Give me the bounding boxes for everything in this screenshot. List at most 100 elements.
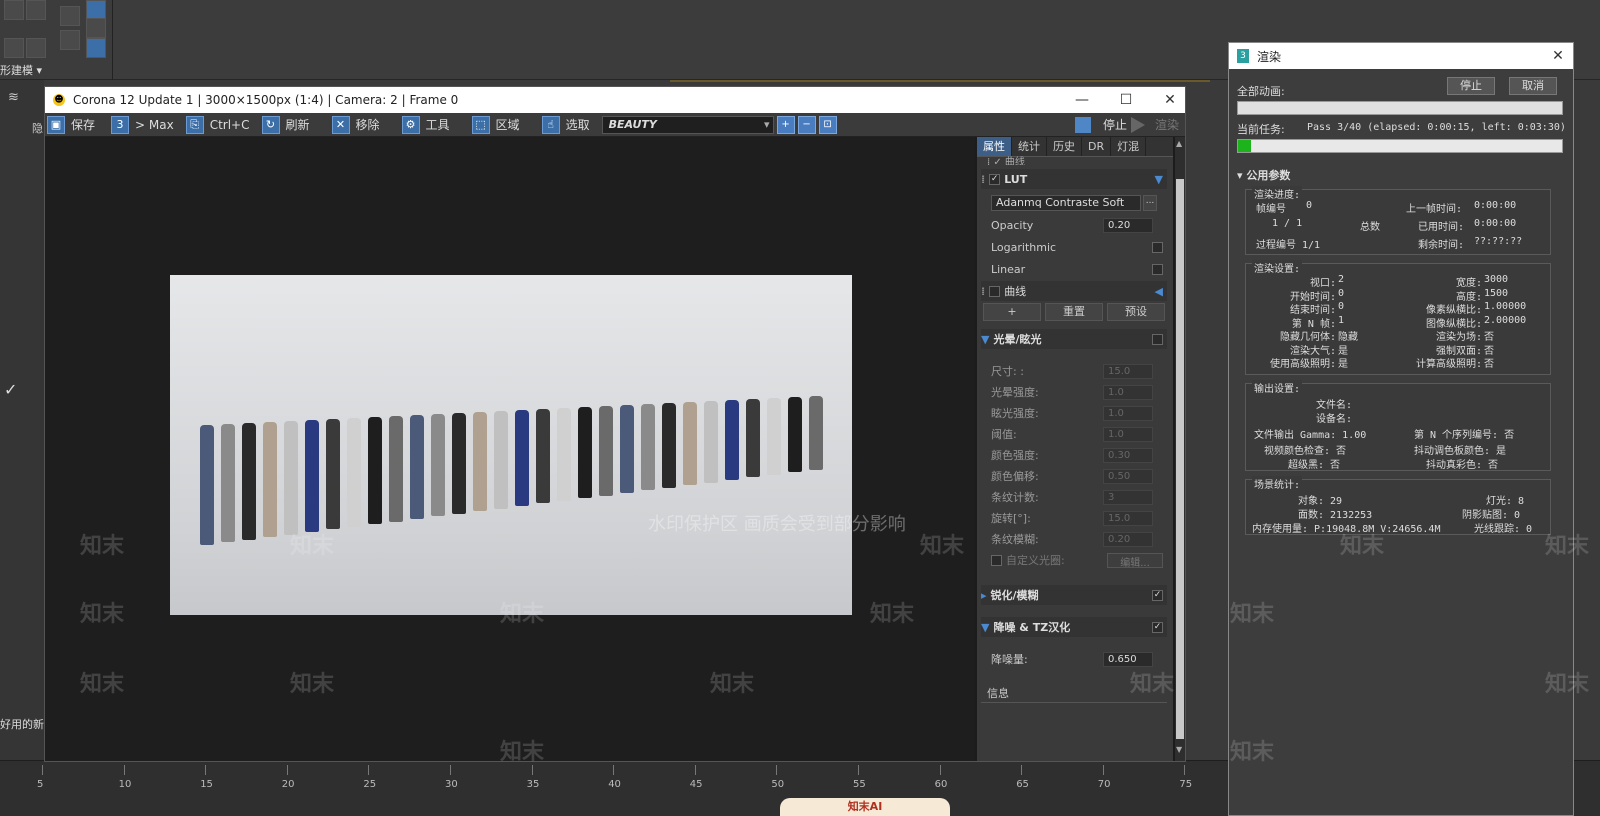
dialog-stop-button[interactable]: 停止 — [1447, 77, 1495, 95]
color-shift-spinner[interactable]: 0.50 — [1103, 468, 1153, 484]
curves-top-row[interactable]: ⁞ ✓ 曲线 — [981, 155, 1167, 166]
render-button[interactable]: 渲染 — [1130, 116, 1179, 133]
tab-properties[interactable]: 属性 — [977, 137, 1012, 156]
modeling-menu[interactable]: 形建模 ▾ — [0, 62, 42, 78]
zoom-out-icon[interactable]: − — [797, 115, 816, 134]
setting-row: 高度: 1500 — [1396, 288, 1552, 303]
sharpen-checkbox[interactable]: ✓ — [1152, 589, 1163, 601]
ruler-tick-line — [368, 765, 370, 775]
refresh-button[interactable]: ↻ 刷新 — [261, 114, 310, 136]
custom-aperture-checkbox[interactable] — [991, 554, 1002, 566]
curve-reset-button[interactable]: 重置 — [1045, 303, 1103, 321]
scroll-up-icon[interactable]: ▲ — [1176, 139, 1184, 149]
max-tool-button[interactable] — [4, 38, 24, 58]
logarithmic-checkbox[interactable] — [1152, 241, 1163, 253]
bloom-intensity-row: 光晕强度: 1.0 — [981, 382, 1167, 402]
column-label: 隐 — [32, 122, 43, 135]
bloom-intensity-spinner[interactable]: 1.0 — [1103, 384, 1153, 400]
save-button[interactable]: ▣ 保存 — [47, 114, 95, 136]
lut-select[interactable]: Adanmq Contraste Soft — [991, 195, 1141, 211]
curve-add-button[interactable]: + — [983, 303, 1041, 321]
partial-label: 好用的新 — [0, 718, 44, 731]
stop-render-button[interactable]: 停止 — [1074, 116, 1127, 133]
panel-scrollbar[interactable]: ▲ ▼ — [1175, 137, 1185, 761]
color-intensity-row: 颜色强度: 0.30 — [981, 445, 1167, 465]
to-max-button[interactable]: 3 > Max — [111, 114, 174, 136]
scroll-thumb[interactable] — [1176, 179, 1184, 739]
maximize-icon[interactable]: ☐ — [1117, 91, 1135, 109]
denoise-checkbox[interactable]: ✓ — [1152, 621, 1163, 633]
denoise-section[interactable]: ▼ 降噪 & TZ汉化 ✓ — [981, 617, 1167, 637]
minimize-icon[interactable]: — — [1073, 91, 1091, 109]
pick-button[interactable]: ☝ 选取 — [541, 114, 590, 136]
ruler-tick-line — [286, 765, 288, 775]
max-tool-button[interactable] — [86, 38, 106, 58]
region-button[interactable]: ⬚ 区域 — [471, 114, 520, 136]
render-dialog-titlebar[interactable]: 3 渲染 ✕ — [1229, 43, 1573, 69]
ruler-tick-label: 50 — [771, 779, 785, 790]
rotation-spinner[interactable]: 15.0 — [1103, 510, 1153, 526]
render-canvas[interactable] — [45, 137, 975, 761]
remove-button[interactable]: ✕ 移除 — [331, 114, 380, 136]
info-section[interactable]: 信息 — [981, 683, 1167, 703]
panel-tabs: 属性 统计 历史 DR 灯混 — [977, 137, 1173, 157]
tab-history[interactable]: 历史 — [1047, 137, 1082, 156]
lut-browse-button[interactable]: ... — [1143, 195, 1157, 211]
tab-stats[interactable]: 统计 — [1012, 137, 1047, 156]
tab-dr[interactable]: DR — [1082, 137, 1112, 156]
streak-blur-spinner[interactable]: 0.20 — [1103, 531, 1153, 547]
max-tool-button[interactable] — [26, 38, 46, 58]
denoise-amount-spinner[interactable]: 0.650 — [1103, 651, 1153, 667]
person-figure — [578, 407, 592, 499]
zoom-fit-icon[interactable]: ⊡ — [818, 115, 837, 134]
bloom-checkbox[interactable] — [1152, 333, 1163, 345]
properties-panel: 属性 统计 历史 DR 灯混 ⁞ ✓ 曲线 ⁞ ✓ LUT ▼ Adanmq Cont… — [977, 137, 1173, 761]
lut-section[interactable]: ⁞ ✓ LUT ▼ — [981, 169, 1167, 189]
setting-value: 否 — [1484, 359, 1494, 370]
tab-lightmix[interactable]: 灯混 — [1111, 137, 1147, 156]
save-icon: ▣ — [47, 115, 65, 134]
curves-checkbox[interactable] — [989, 285, 1001, 297]
hand-icon: ☝ — [541, 115, 560, 134]
vfb-titlebar[interactable]: ☻ Corona 12 Update 1 | 3000×1500px (1:4)… — [45, 87, 1185, 113]
ruler-tick-line — [531, 765, 533, 775]
channel-select[interactable]: BEAUTY — [601, 115, 774, 134]
curves-section[interactable]: ⁞ 曲线 ◀ — [981, 281, 1167, 301]
threshold-spinner[interactable]: 1.0 — [1103, 426, 1153, 442]
copy-button[interactable]: ⎘ Ctrl+C — [185, 114, 250, 136]
setting-value: 是 — [1338, 359, 1348, 370]
color-intensity-spinner[interactable]: 0.30 — [1103, 447, 1153, 463]
max-tool-button[interactable] — [4, 0, 24, 20]
bloom-section[interactable]: ▼ 光晕/眩光 — [981, 329, 1167, 349]
size-spinner[interactable]: 15.0 — [1103, 363, 1153, 379]
streak-count-spinner[interactable]: 3 — [1103, 489, 1153, 505]
max-tool-button[interactable] — [60, 30, 80, 50]
person-figure — [641, 404, 655, 491]
linear-checkbox[interactable] — [1152, 263, 1163, 275]
layers-icon[interactable]: ≋ — [8, 90, 24, 105]
max-tool-button[interactable] — [26, 0, 46, 20]
lut-checkbox[interactable]: ✓ — [989, 173, 1001, 185]
max-tool-button[interactable] — [86, 0, 106, 20]
close-icon[interactable]: ✕ — [1161, 91, 1179, 109]
ai-badge[interactable]: 知末AI — [780, 798, 950, 816]
setting-value: 0 — [1338, 301, 1345, 312]
common-params-header[interactable]: ▾ 公用参数 — [1237, 167, 1290, 183]
sharpen-section[interactable]: ▸ 锐化/模糊 ✓ — [981, 585, 1167, 605]
max-tool-button[interactable] — [60, 6, 80, 26]
tools-button[interactable]: ⚙ 工具 — [401, 114, 450, 136]
close-icon[interactable]: ✕ — [1549, 47, 1567, 65]
max-logo-icon: 3 — [1237, 49, 1249, 63]
max-tool-button[interactable] — [86, 18, 106, 38]
dialog-cancel-button[interactable]: 取消 — [1509, 77, 1557, 95]
curve-preset-button[interactable]: 预设 — [1107, 303, 1165, 321]
opacity-spinner[interactable]: 0.20 — [1103, 217, 1153, 233]
zoom-in-icon[interactable]: + — [776, 115, 795, 134]
all-animation-label: 全部动画: — [1237, 85, 1285, 98]
person-figure — [788, 397, 802, 473]
ruler-tick-line — [939, 765, 941, 775]
vfb-toolbar: ▣ 保存 3 > Max ⎘ Ctrl+C ↻ 刷新 ✕ 移除 ⚙ 工具 ⬚ 区域 ☝ 选取 B… — [45, 113, 1185, 137]
edit-aperture-button[interactable]: 编辑... — [1107, 552, 1163, 569]
glare-intensity-spinner[interactable]: 1.0 — [1103, 405, 1153, 421]
scroll-down-icon[interactable]: ▼ — [1176, 745, 1184, 755]
